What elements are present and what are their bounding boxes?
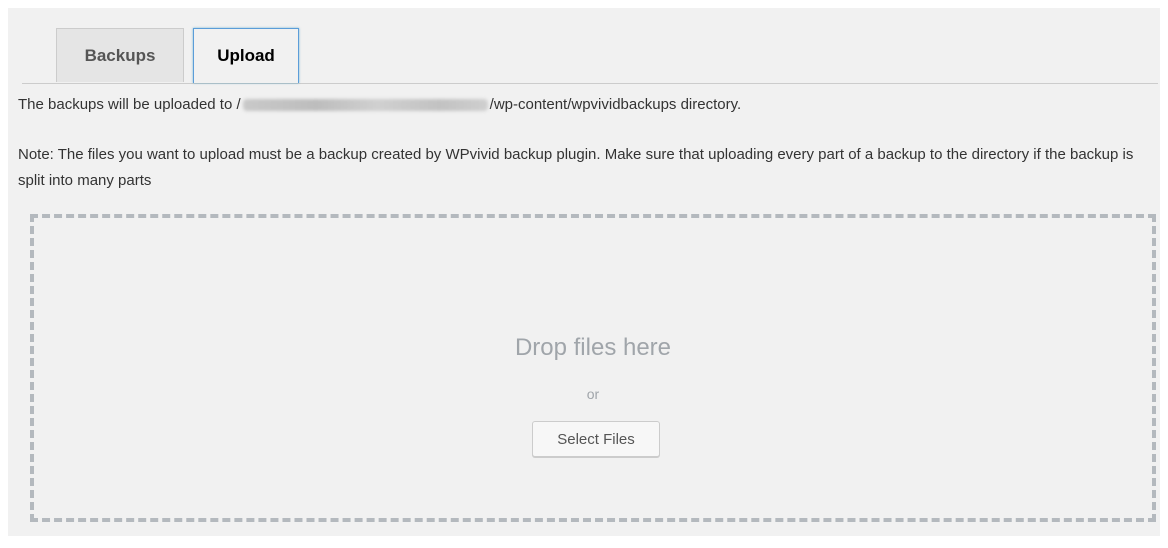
- tab-backups[interactable]: Backups: [56, 28, 184, 82]
- select-files-label: Select Files: [557, 430, 635, 448]
- upload-directory-prefix: The backups will be uploaded to: [18, 96, 237, 113]
- file-dropzone[interactable]: Drop files here or Select Files: [30, 214, 1156, 522]
- tab-upload[interactable]: Upload: [193, 28, 299, 83]
- upload-panel: Backups Upload The backups will be uploa…: [8, 8, 1160, 536]
- drop-files-title: Drop files here: [514, 334, 672, 361]
- upload-directory-info: The backups will be uploaded to / /wp-con…: [18, 93, 741, 117]
- upload-directory-suffix: /wp-content/wpvividbackups directory.: [489, 96, 742, 113]
- upload-directory-path-start: /: [236, 96, 241, 113]
- redacted-path: [242, 99, 488, 112]
- upload-note: Note: The files you want to upload must …: [18, 146, 1134, 189]
- tab-upload-label: Upload: [217, 46, 275, 65]
- drop-or-text: or: [586, 386, 600, 402]
- select-files-button[interactable]: Select Files: [532, 421, 660, 457]
- tab-backups-label: Backups: [84, 45, 156, 65]
- tab-bar: Backups Upload: [22, 18, 1158, 84]
